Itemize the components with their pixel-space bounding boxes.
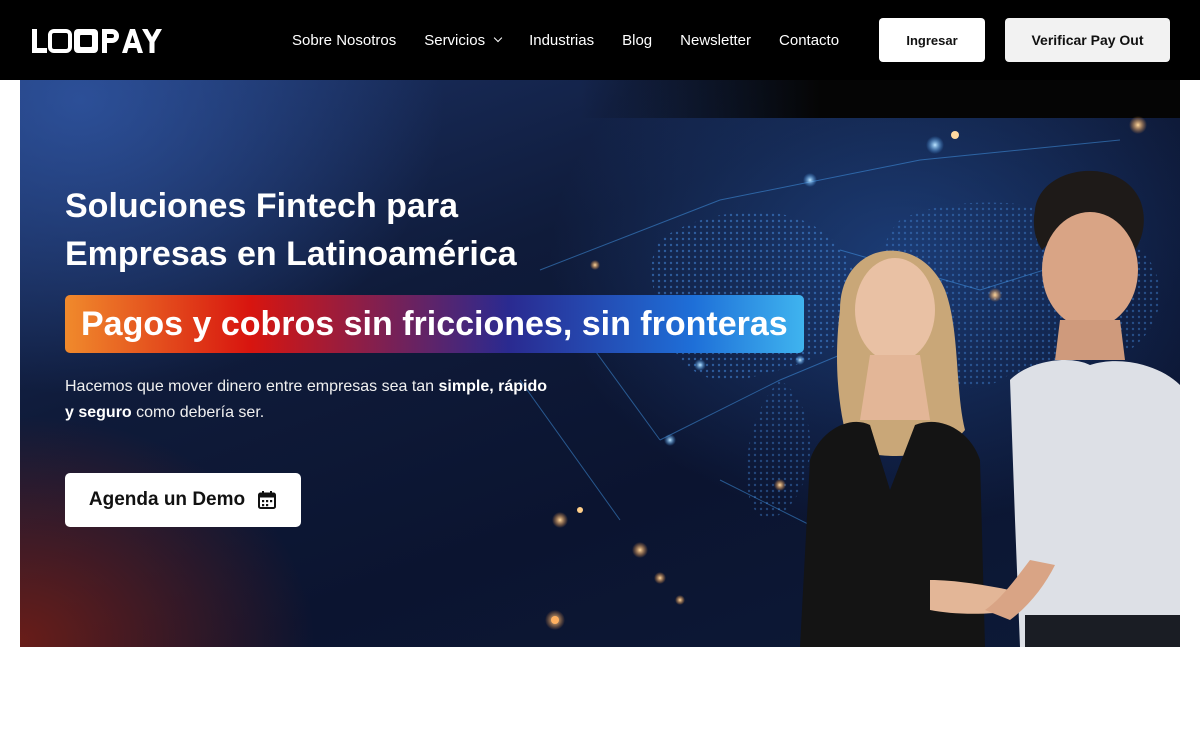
nav-item-newsletter[interactable]: Newsletter bbox=[680, 32, 751, 49]
hero-desc-bold2: y seguro bbox=[65, 404, 132, 421]
schedule-demo-button[interactable]: Agenda un Demo bbox=[65, 473, 301, 527]
nav-item-servicios-label: Servicios bbox=[424, 31, 486, 49]
hero-title: Soluciones Fintech para Empresas en Lati… bbox=[65, 182, 625, 278]
site-header: LOOPAY Sobre Nosotros Servicios Industri… bbox=[0, 0, 1200, 80]
hero-highlight-text: Pagos y cobros sin fricciones, sin front… bbox=[81, 304, 788, 343]
verify-payout-button[interactable]: Verificar Pay Out bbox=[1005, 18, 1170, 62]
hero-description: Hacemos que mover dinero entre empresas … bbox=[65, 374, 595, 426]
hero-title-line2: Empresas en Latinoamérica bbox=[65, 235, 517, 273]
business-handshake-image bbox=[800, 170, 1180, 647]
chevron-down-icon bbox=[493, 33, 503, 43]
hero-title-line1: Soluciones Fintech para bbox=[65, 187, 458, 225]
calendar-icon bbox=[258, 491, 277, 509]
logo-mark bbox=[32, 29, 162, 53]
nav-item-contacto[interactable]: Contacto bbox=[779, 32, 839, 49]
hero-desc-part2: como debería ser. bbox=[131, 404, 265, 421]
nav-item-industrias[interactable]: Industrias bbox=[529, 32, 594, 49]
nav-item-sobre-nosotros[interactable]: Sobre Nosotros bbox=[292, 32, 396, 49]
hero-desc-bold1: simple, rápido bbox=[438, 378, 547, 395]
hero-section: Soluciones Fintech para Empresas en Lati… bbox=[20, 80, 1180, 647]
login-button[interactable]: Ingresar bbox=[879, 18, 985, 62]
loopay-logo[interactable]: LOOPAY bbox=[30, 27, 162, 55]
main-nav: Sobre Nosotros Servicios Industrias Blog… bbox=[292, 0, 867, 80]
nav-item-servicios[interactable]: Servicios bbox=[424, 31, 503, 49]
schedule-demo-label: Agenda un Demo bbox=[88, 489, 246, 510]
hero-desc-part1: Hacemos que mover dinero entre empresas … bbox=[65, 378, 439, 395]
nav-item-blog[interactable]: Blog bbox=[622, 32, 652, 49]
hero-highlight-banner: Pagos y cobros sin fricciones, sin front… bbox=[65, 295, 804, 353]
